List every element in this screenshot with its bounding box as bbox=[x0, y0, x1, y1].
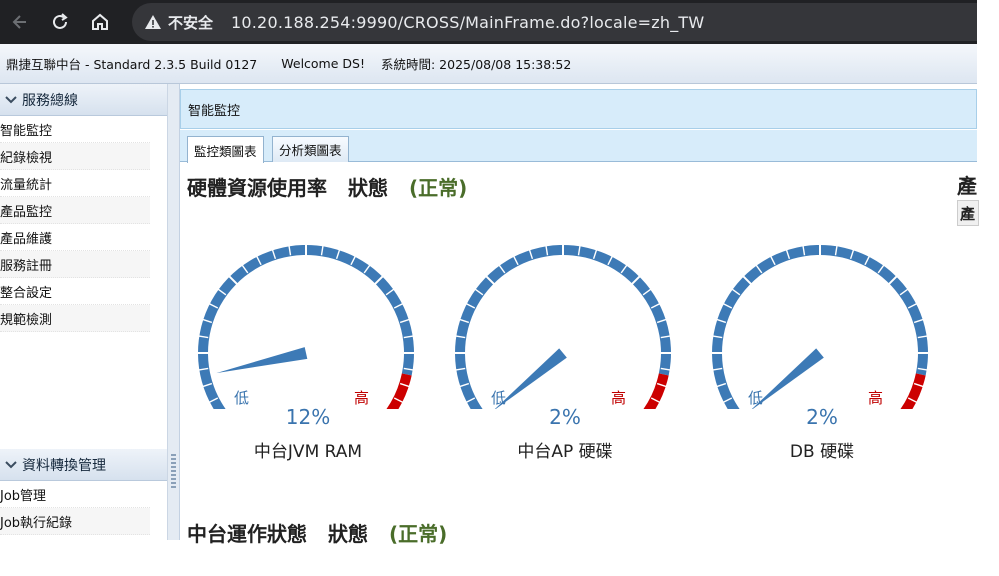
gauge-value: 12% bbox=[285, 405, 331, 429]
gauge-band-high bbox=[643, 373, 669, 409]
gauge-ap-disk: 低 高 2% 中台AP 硬碟 bbox=[447, 239, 687, 469]
gauge-high-label: 高 bbox=[868, 389, 884, 407]
gauge-band-normal bbox=[198, 245, 414, 409]
sidebar-item-product-monitor[interactable]: 產品監控 bbox=[0, 197, 150, 224]
sidebar-section-data-conversion[interactable]: 資料轉換管理 bbox=[0, 449, 167, 481]
section-title: 資料轉換管理 bbox=[22, 457, 106, 474]
main-panel: 智能監控 監控類圖表 分析類圖表 硬體資源使用率 狀態 (正常) 產 產 低 高 1… bbox=[180, 84, 979, 546]
gauge-dial bbox=[197, 244, 415, 409]
gauge-jvm-ram: 低 高 12% 中台JVM RAM bbox=[190, 239, 430, 469]
gauge-value: 2% bbox=[806, 405, 838, 429]
tab-analysis-charts[interactable]: 分析類圖表 bbox=[272, 136, 349, 162]
gauge-needle bbox=[216, 347, 308, 374]
sidebar-item-integration-settings[interactable]: 整合設定 bbox=[0, 278, 150, 305]
sidebar-item-monitor[interactable]: 智能監控 bbox=[0, 116, 150, 143]
status-value: (正常) bbox=[408, 176, 468, 200]
sidebar-splitter[interactable] bbox=[168, 84, 180, 540]
gauge-band-high bbox=[900, 373, 926, 409]
hardware-usage-heading: 硬體資源使用率 狀態 (正常) bbox=[187, 172, 467, 201]
gauge-dial bbox=[711, 244, 929, 409]
status-value: (正常) bbox=[388, 522, 448, 546]
splitter-grip[interactable] bbox=[171, 454, 176, 490]
reload-icon[interactable] bbox=[40, 0, 80, 44]
sidebar-item-product-maintenance[interactable]: 產品維護 bbox=[0, 224, 150, 251]
warning-icon bbox=[145, 15, 161, 29]
status-label: 狀態 bbox=[347, 176, 388, 200]
panel-title: 智能監控 bbox=[180, 89, 977, 129]
gauge-band-normal bbox=[712, 245, 928, 409]
sidebar-item-job-log[interactable]: Job執行紀錄 bbox=[0, 508, 150, 535]
browser-toolbar: 不安全 10.20.188.254:9990/CROSS/MainFrame.d… bbox=[0, 0, 977, 44]
system-time: 系統時間: 2025/08/08 15:38:52 bbox=[380, 57, 572, 72]
gauge-dial bbox=[454, 244, 672, 409]
gauge-high-label: 高 bbox=[611, 389, 627, 407]
gauge-db-disk: 低 高 2% DB 硬碟 bbox=[704, 239, 944, 469]
gauge-label: 中台JVM RAM bbox=[253, 442, 363, 462]
product-name: 鼎捷互聯中台 - Standard 2.3.5 Build 0127 bbox=[6, 57, 258, 72]
section-title: 服務總線 bbox=[22, 92, 78, 109]
cut-off-heading: 產 bbox=[957, 174, 977, 198]
gauge-band-normal bbox=[455, 245, 671, 409]
url-text[interactable]: 10.20.188.254:9990/CROSS/MainFrame.do?lo… bbox=[231, 13, 704, 32]
gauge-label: 中台AP 硬碟 bbox=[517, 442, 613, 462]
sidebar-item-log-view[interactable]: 紀錄檢視 bbox=[0, 143, 150, 170]
security-label: 不安全 bbox=[168, 13, 214, 32]
tab-bar: 監控類圖表 分析類圖表 bbox=[180, 130, 977, 163]
gauge-band-high bbox=[386, 373, 412, 409]
home-icon[interactable] bbox=[80, 0, 120, 44]
window-edge bbox=[977, 0, 999, 576]
chevron-down-icon bbox=[0, 95, 22, 104]
sidebar-item-traffic[interactable]: 流量統計 bbox=[0, 170, 150, 197]
sidebar-section-service-bus[interactable]: 服務總線 bbox=[0, 84, 167, 116]
runtime-status-heading: 中台運作狀態 狀態 (正常) bbox=[187, 518, 447, 547]
status-label: 狀態 bbox=[327, 522, 368, 546]
gauge-low-label: 低 bbox=[491, 389, 507, 407]
sidebar: 服務總線 智能監控 紀錄檢視 流量統計 產品監控 產品維護 服務註冊 整合設定 … bbox=[0, 84, 168, 540]
welcome-text: Welcome DS! bbox=[281, 56, 365, 71]
chevron-down-icon bbox=[0, 460, 22, 469]
heading-text: 中台運作狀態 bbox=[187, 522, 307, 546]
sidebar-item-service-registration[interactable]: 服務註冊 bbox=[0, 251, 150, 278]
tab-monitor-charts[interactable]: 監控類圖表 bbox=[187, 136, 264, 163]
gauge-value: 2% bbox=[549, 405, 581, 429]
heading-text: 硬體資源使用率 bbox=[187, 176, 327, 200]
sidebar-item-job-management[interactable]: Job管理 bbox=[0, 481, 150, 508]
gauge-high-label: 高 bbox=[354, 389, 370, 407]
gauge-label: DB 硬碟 bbox=[789, 442, 855, 462]
back-icon[interactable] bbox=[0, 0, 40, 44]
app-header: 鼎捷互聯中台 - Standard 2.3.5 Build 0127 Welco… bbox=[0, 44, 977, 84]
address-bar[interactable]: 不安全 10.20.188.254:9990/CROSS/MainFrame.d… bbox=[132, 3, 977, 41]
gauge-low-label: 低 bbox=[234, 389, 250, 407]
cut-off-button[interactable]: 產 bbox=[957, 200, 979, 226]
gauge-low-label: 低 bbox=[748, 389, 764, 407]
sidebar-item-spec-check[interactable]: 規範檢測 bbox=[0, 305, 150, 332]
